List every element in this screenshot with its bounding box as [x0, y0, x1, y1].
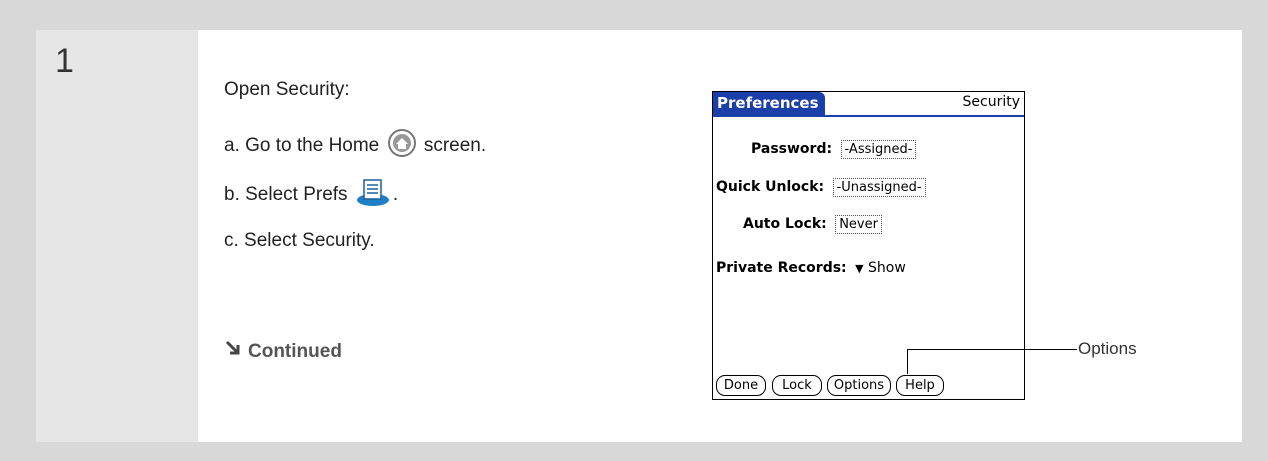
continued-link[interactable]: Continued — [224, 340, 342, 364]
done-button[interactable]: Done — [716, 375, 766, 396]
private-records-value: Show — [868, 260, 906, 276]
step-panel: 1 Open Security: a. Go to the Home scree… — [36, 30, 1242, 442]
options-button[interactable]: Options — [827, 375, 891, 396]
step-number: 1 — [36, 30, 198, 442]
instruction-b-prefix: b. Select Prefs — [224, 184, 348, 206]
callout-vertical-line — [907, 349, 908, 374]
quick-unlock-row: Quick Unlock: -Unassigned- — [716, 178, 926, 197]
password-field[interactable]: -Assigned- — [840, 140, 917, 159]
instruction-c: c. Select Security. — [224, 230, 375, 251]
instruction-a-suffix: screen. — [423, 135, 487, 157]
private-records-select[interactable]: ▼ Show — [855, 260, 906, 276]
instruction-a: a. Go to the Home screen. — [224, 128, 486, 164]
auto-lock-label: Auto Lock: — [743, 216, 827, 232]
palm-title: Preferences — [713, 92, 825, 115]
auto-lock-row: Auto Lock: Never — [743, 215, 882, 234]
arrow-down-right-icon — [224, 340, 242, 364]
step-number-text: 1 — [55, 42, 74, 80]
private-records-label: Private Records: — [716, 260, 847, 276]
quick-unlock-label: Quick Unlock: — [716, 179, 825, 195]
instruction-b: b. Select Prefs . — [224, 177, 398, 213]
continued-label: Continued — [248, 341, 342, 362]
home-icon — [387, 128, 417, 164]
step-content: Open Security: a. Go to the Home screen.… — [198, 30, 1242, 442]
instruction-b-suffix: . — [392, 184, 399, 206]
palm-title-bar: Preferences Security — [713, 92, 1024, 117]
password-label: Password: — [751, 141, 833, 157]
password-row: Password: -Assigned- — [751, 140, 917, 159]
callout-horizontal-line — [907, 349, 1077, 350]
options-callout-label: Options — [1078, 339, 1137, 358]
help-button[interactable]: Help — [896, 375, 944, 396]
prefs-icon — [355, 177, 391, 213]
palm-section-label[interactable]: Security — [963, 94, 1021, 110]
lock-button[interactable]: Lock — [772, 375, 822, 396]
auto-lock-field[interactable]: Never — [835, 215, 882, 234]
quick-unlock-field[interactable]: -Unassigned- — [832, 178, 926, 197]
instruction-heading: Open Security: — [224, 79, 350, 100]
dropdown-triangle-icon: ▼ — [855, 262, 864, 275]
palm-preferences-screen: Preferences Security Password: -Assigned… — [712, 91, 1025, 400]
instruction-a-prefix: a. Go to the Home — [224, 135, 380, 157]
private-records-row: Private Records: ▼ Show — [716, 260, 906, 276]
